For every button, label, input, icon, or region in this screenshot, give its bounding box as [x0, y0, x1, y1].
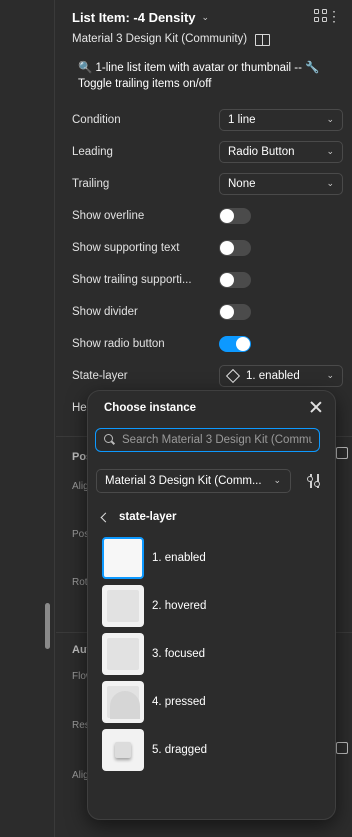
thumbnail-preview	[107, 590, 139, 622]
library-source: Material 3 Design Kit (Community)	[72, 33, 271, 46]
instance-label: 5. dragged	[152, 744, 207, 756]
chevron-down-icon: ⌄	[326, 370, 334, 380]
show-supporting-text-toggle[interactable]	[219, 240, 251, 256]
thumbnail-preview	[107, 638, 139, 670]
toggle-knob	[220, 273, 234, 287]
prop-state-layer: State-layer 1. enabled ⌄	[72, 364, 343, 388]
prop-label: Leading	[72, 146, 113, 158]
component-description: 🔍 1-line list item with avatar or thumbn…	[78, 62, 320, 90]
prop-label: Condition	[72, 114, 121, 126]
filter-settings-icon[interactable]	[307, 474, 321, 488]
breadcrumb-label: state-layer	[119, 511, 177, 523]
select-value: Radio Button	[228, 146, 295, 158]
show-divider-toggle[interactable]	[219, 304, 251, 320]
select-value: None	[228, 178, 256, 190]
instance-thumbnail	[102, 633, 144, 675]
prop-label: Show radio button	[72, 338, 165, 350]
instance-item-hovered[interactable]: 2. hovered	[102, 585, 317, 627]
show-trailing-supporting-toggle[interactable]	[219, 272, 251, 288]
instance-label: 2. hovered	[152, 600, 207, 612]
chevron-down-icon: ⌄	[326, 114, 334, 124]
show-overline-toggle[interactable]	[219, 208, 251, 224]
component-title[interactable]: List Item: -4 Density	[72, 10, 196, 25]
prop-show-trailing-supporting: Show trailing supporti...	[72, 268, 326, 292]
resize-icon[interactable]	[336, 447, 348, 459]
scrollbar-thumb[interactable]	[45, 603, 50, 649]
prop-condition: Condition 1 line ⌄	[72, 108, 343, 132]
instance-thumbnail	[102, 681, 144, 723]
instance-label: 3. focused	[152, 648, 206, 660]
prop-label: Show trailing supporti...	[72, 274, 192, 286]
toggle-knob	[220, 241, 234, 255]
component-instance-icon	[225, 368, 241, 384]
panel-header: List Item: -4 Density ⌄ ⋮	[72, 8, 342, 26]
trailing-select[interactable]: None ⌄	[219, 173, 343, 195]
condition-select[interactable]: 1 line ⌄	[219, 109, 343, 131]
chevron-down-icon: ⌄	[273, 475, 281, 485]
book-icon[interactable]	[255, 33, 271, 46]
instance-label: 1. enabled	[152, 552, 206, 564]
prop-leading: Leading Radio Button ⌄	[72, 140, 343, 164]
prop-label: Show divider	[72, 306, 138, 318]
prop-label: Trailing	[72, 178, 110, 190]
library-select-value: Material 3 Design Kit (Comm...	[105, 475, 262, 487]
library-name: Material 3 Design Kit (Community)	[72, 33, 248, 45]
prop-show-divider: Show divider	[72, 300, 326, 324]
resize-icon-2[interactable]	[336, 742, 348, 754]
drag-preview	[115, 742, 131, 758]
instance-item-enabled[interactable]: 1. enabled	[102, 537, 317, 579]
chevron-down-icon[interactable]: ⌄	[202, 12, 210, 23]
breadcrumb[interactable]: state-layer	[100, 511, 177, 523]
search-input[interactable]	[122, 434, 312, 446]
prop-label: Show supporting text	[72, 242, 180, 254]
prop-show-overline: Show overline	[72, 204, 326, 228]
popup-title: Choose instance	[104, 402, 197, 414]
toggle-knob	[220, 305, 234, 319]
left-gutter	[0, 0, 55, 837]
prop-show-radio-button: Show radio button	[72, 332, 326, 356]
instance-item-focused[interactable]: 3. focused	[102, 633, 317, 675]
prop-label: Show overline	[72, 210, 145, 222]
toggle-knob	[236, 337, 250, 351]
instance-grid-icon[interactable]	[314, 9, 328, 23]
close-icon[interactable]	[309, 400, 323, 414]
ripple-preview	[110, 691, 140, 719]
prop-trailing: Trailing None ⌄	[72, 172, 343, 196]
chevron-down-icon: ⌄	[326, 178, 334, 188]
state-layer-select[interactable]: 1. enabled ⌄	[219, 365, 343, 387]
instance-thumbnail	[102, 585, 144, 627]
instance-search	[95, 428, 320, 452]
library-select[interactable]: Material 3 Design Kit (Comm... ⌄	[96, 469, 291, 493]
toggle-knob	[220, 209, 234, 223]
select-value: 1. enabled	[246, 370, 300, 382]
prop-label: State-layer	[72, 370, 128, 382]
prop-show-supporting-text: Show supporting text	[72, 236, 326, 260]
show-radio-button-toggle[interactable]	[219, 336, 251, 352]
select-value: 1 line	[228, 114, 256, 126]
chevron-left-icon[interactable]	[100, 512, 111, 522]
search-icon	[104, 434, 115, 445]
chevron-down-icon: ⌄	[326, 146, 334, 156]
instance-item-dragged[interactable]: 5. dragged	[102, 729, 317, 771]
leading-select[interactable]: Radio Button ⌄	[219, 141, 343, 163]
instance-thumbnail	[102, 729, 144, 771]
choose-instance-popup: Choose instance Material 3 Design Kit (C…	[87, 390, 336, 820]
more-icon[interactable]: ⋮	[327, 8, 342, 25]
instance-thumbnail	[102, 537, 144, 579]
instance-item-pressed[interactable]: 4. pressed	[102, 681, 317, 723]
instance-label: 4. pressed	[152, 696, 206, 708]
